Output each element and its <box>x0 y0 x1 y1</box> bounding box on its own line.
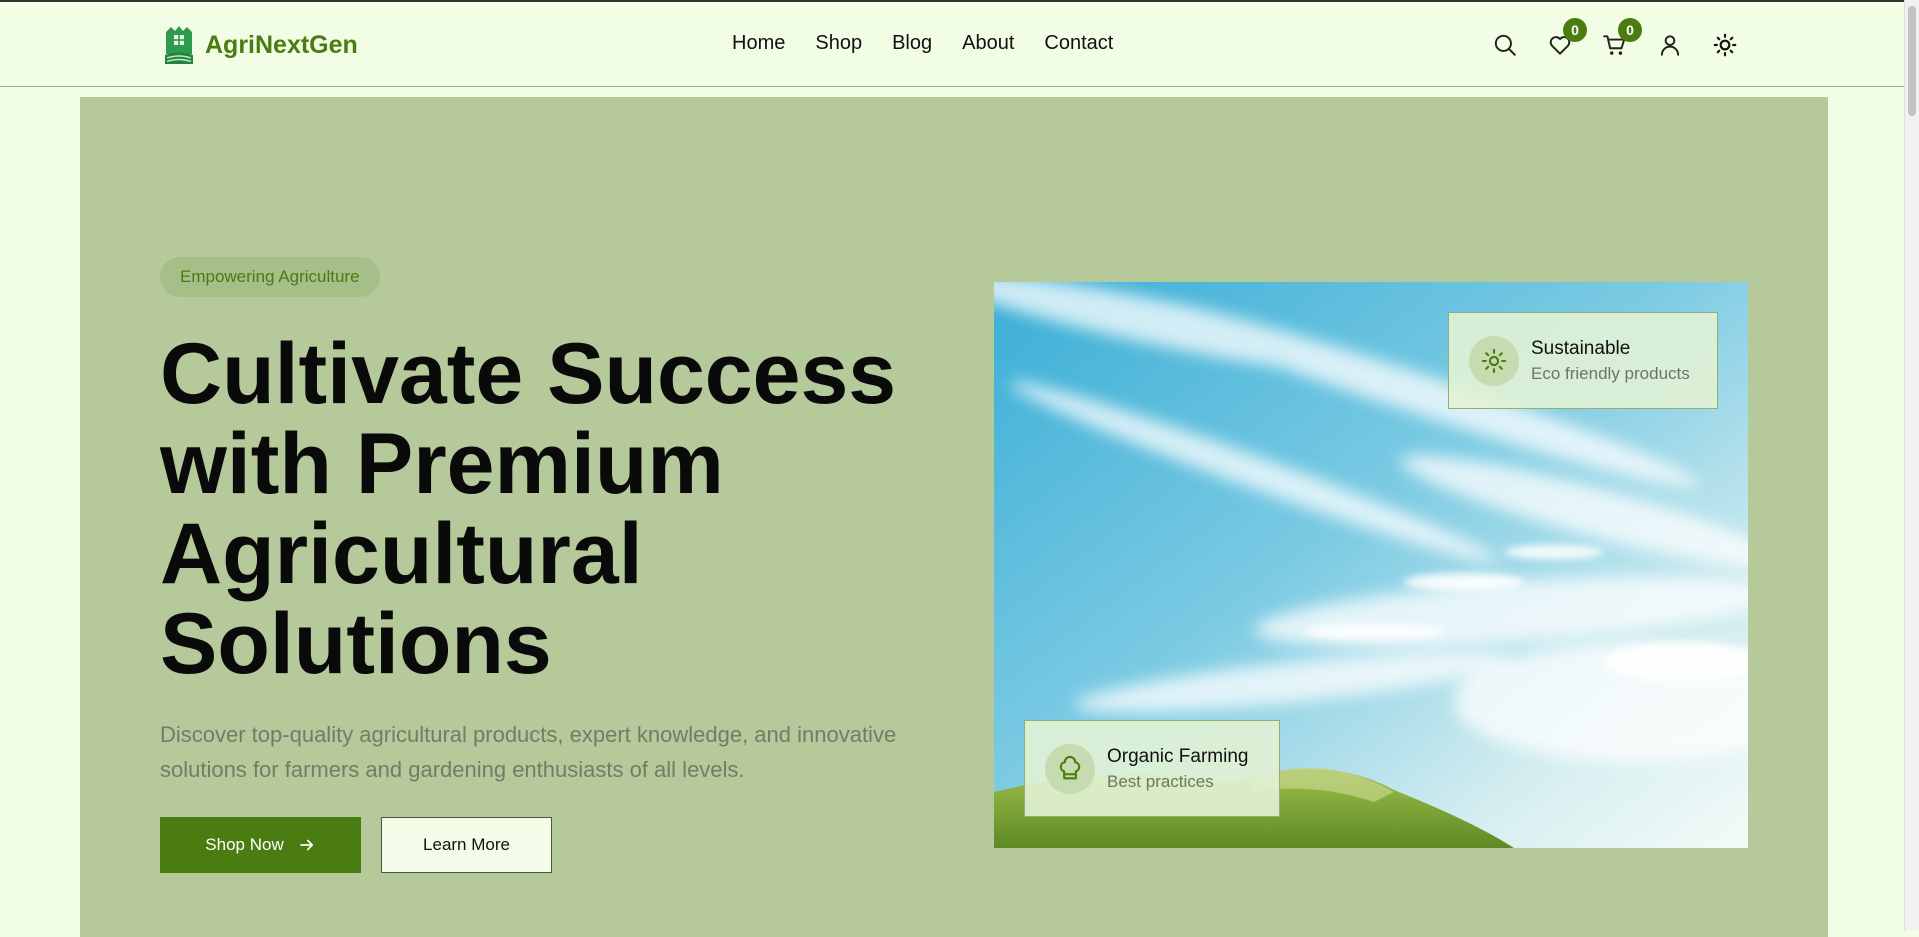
nav-shop[interactable]: Shop <box>815 32 862 55</box>
chef-hat-icon <box>1045 743 1095 794</box>
arrow-right-icon <box>299 839 313 851</box>
sun-icon <box>1469 335 1519 386</box>
wishlist-count-badge: 0 <box>1563 18 1587 42</box>
search-icon <box>1494 34 1516 56</box>
user-icon <box>1660 35 1680 56</box>
hero-section: Empowering Agriculture Cultivate Success… <box>80 97 1828 937</box>
hero-headline: Cultivate Success with Premium Agricultu… <box>160 326 897 692</box>
hero-tag: Empowering Agriculture <box>160 257 380 297</box>
brand-logo[interactable]: AgriNextGen <box>163 24 358 66</box>
brand-name: AgriNextGen <box>205 30 358 59</box>
page-scrollbar[interactable] <box>1904 0 1919 930</box>
cart-button[interactable]: 0 <box>1600 18 1642 60</box>
scrollbar-thumb[interactable] <box>1908 6 1916 116</box>
feature-card-organic-farming: Organic Farming Best practices <box>1024 720 1280 817</box>
learn-more-button[interactable]: Learn More <box>381 817 552 873</box>
wishlist-button[interactable]: 0 <box>1545 18 1587 60</box>
site-header: AgriNextGen Home Shop Blog About Contact… <box>0 2 1905 87</box>
farm-logo-icon <box>165 26 193 64</box>
learn-more-label: Learn More <box>423 835 510 854</box>
nav-home[interactable]: Home <box>732 32 785 55</box>
feature-card-sustainable: Sustainable Eco friendly products <box>1448 312 1718 409</box>
account-button[interactable] <box>1655 30 1685 60</box>
hero-description: Discover top-quality agricultural produc… <box>160 722 897 782</box>
feature-title: Sustainable <box>1531 337 1631 359</box>
feature-title: Organic Farming <box>1107 745 1249 767</box>
feature-subtitle: Eco friendly products <box>1531 363 1690 383</box>
shop-now-label: Shop Now <box>205 835 284 854</box>
theme-toggle-button[interactable] <box>1710 30 1740 60</box>
main-nav: Home Shop Blog About Contact <box>732 32 1143 55</box>
cart-count-badge: 0 <box>1618 18 1642 42</box>
hero-image: Sustainable Eco friendly products Organi… <box>994 282 1748 848</box>
header-actions: 0 0 <box>1490 18 1737 64</box>
shop-now-button[interactable]: Shop Now <box>160 817 361 873</box>
search-button[interactable] <box>1490 30 1520 60</box>
nav-contact[interactable]: Contact <box>1044 32 1113 55</box>
nav-about[interactable]: About <box>962 32 1014 55</box>
nav-blog[interactable]: Blog <box>892 32 932 55</box>
feature-subtitle: Best practices <box>1107 771 1214 791</box>
sun-icon <box>1713 33 1737 57</box>
